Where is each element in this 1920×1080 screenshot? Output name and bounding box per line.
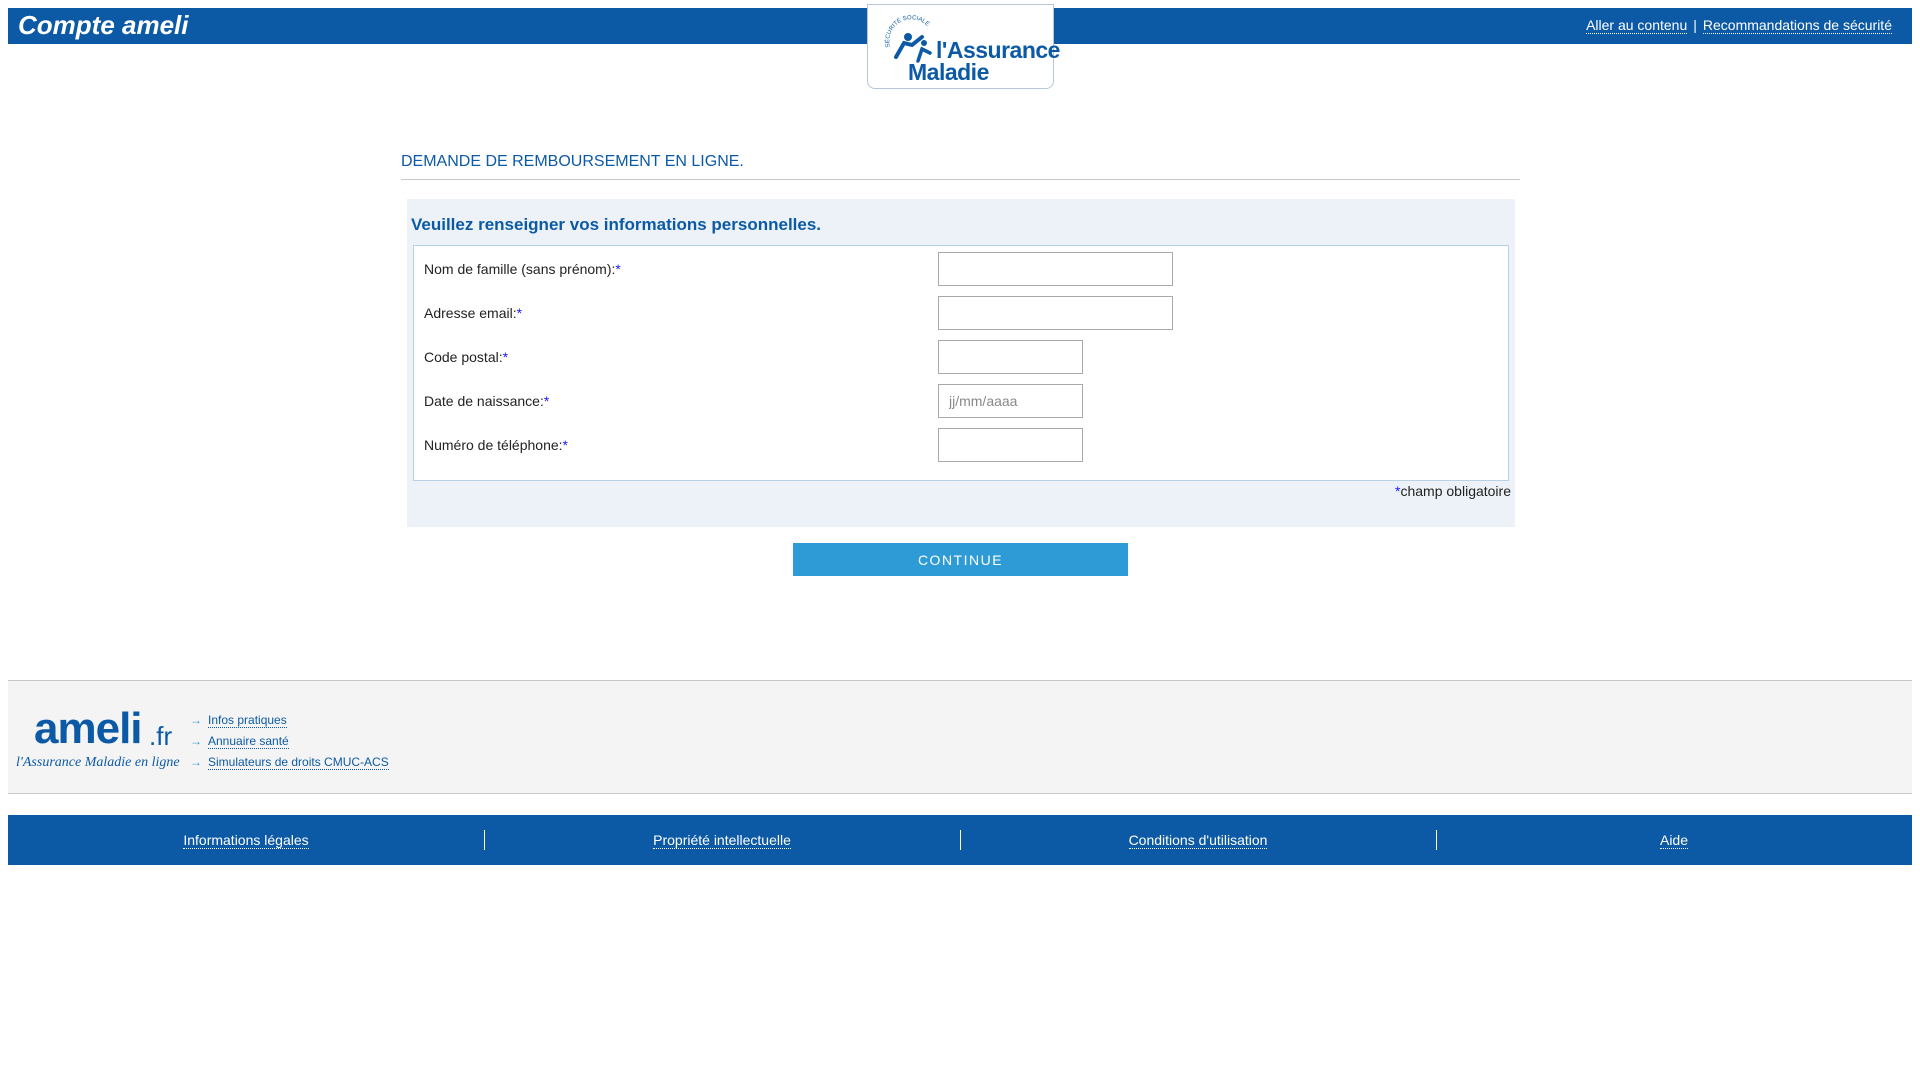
postal-code-label: Code postal:* (424, 349, 509, 365)
intellectual-property-link[interactable]: Propriété intellectuelle (653, 832, 791, 849)
footer-link-item: → Simulateurs de droits CMUC-ACS (190, 755, 389, 776)
phone-input[interactable] (938, 428, 1083, 462)
page-title: DEMANDE DE REMBOURSEMENT EN LIGNE. (401, 153, 1520, 180)
form-fields-box: Nom de famille (sans prénom):* Adresse e… (413, 245, 1509, 481)
top-links-separator: | (1693, 17, 1697, 33)
phone-label: Numéro de téléphone:* (424, 437, 568, 453)
email-row: Adresse email:* (424, 296, 1504, 330)
footer-bar-item: Conditions d'utilisation (960, 815, 1436, 865)
required-marker: * (562, 437, 568, 453)
birth-date-row: Date de naissance:* (424, 384, 1504, 418)
footer-bar-item: Informations légales (8, 815, 484, 865)
ameli-logo-name: ameli (34, 704, 143, 753)
arrow-right-icon: → (190, 734, 202, 748)
skip-to-content-link[interactable]: Aller au contenu (1586, 17, 1688, 34)
birth-date-input[interactable] (938, 384, 1083, 418)
arrow-right-icon: → (190, 713, 202, 727)
security-recommendations-link[interactable]: Recommandations de sécurité (1702, 17, 1892, 34)
required-marker: * (516, 305, 523, 321)
arrow-right-icon: → (190, 755, 202, 769)
required-marker: * (543, 393, 550, 409)
help-link[interactable]: Aide (1659, 832, 1689, 849)
last-name-label: Nom de famille (sans prénom):* (424, 261, 621, 277)
terms-of-use-link[interactable]: Conditions d'utilisation (1128, 832, 1268, 849)
simulateurs-droits-link[interactable]: Simulateurs de droits CMUC-ACS (208, 755, 389, 770)
assurance-maladie-logo[interactable]: SÉCURITÉ SOCIALE l'Assurance Maladie (867, 4, 1060, 89)
footer-bar-item: Propriété intellectuelle (484, 815, 960, 865)
email-label: Adresse email:* (424, 305, 523, 321)
postal-code-input[interactable] (938, 340, 1083, 374)
required-marker: * (502, 349, 509, 365)
footer-link-item: → Infos pratiques (190, 713, 389, 734)
legal-info-link[interactable]: Informations légales (183, 832, 309, 849)
email-input[interactable] (938, 296, 1173, 330)
form-title: Veuillez renseigner vos informations per… (411, 215, 822, 234)
ameli-logo-tagline: l'Assurance Maladie en ligne (16, 755, 180, 770)
birth-date-label: Date de naissance:* (424, 393, 550, 409)
ameli-logo[interactable]: ameli .fr l'Assurance Maladie en ligne (16, 707, 184, 777)
top-links: Aller au contenu | Recommandations de sécu… (1586, 17, 1892, 34)
logo-text-line2: Maladie (908, 59, 989, 85)
app-title: Compte ameli (18, 10, 189, 40)
required-marker: * (615, 261, 621, 277)
personal-info-form-panel: Veuillez renseigner vos informations per… (407, 199, 1515, 527)
postal-code-row: Code postal:* (424, 340, 1504, 374)
footer-bar-item: Aide (1436, 815, 1912, 865)
ameli-logo-tld: .fr (149, 721, 173, 751)
footer-link-item: → Annuaire santé (190, 734, 389, 755)
last-name-input[interactable] (938, 252, 1173, 286)
annuaire-sante-link[interactable]: Annuaire santé (208, 734, 289, 749)
infos-pratiques-link[interactable]: Infos pratiques (208, 713, 287, 728)
mandatory-note: *champ obligatoire (1395, 483, 1511, 499)
last-name-row: Nom de famille (sans prénom):* (424, 252, 1504, 286)
footer-quick-links: → Infos pratiques → Annuaire santé → Simula… (190, 713, 389, 776)
footer-bar: Informations légales Propriété intellect… (8, 815, 1912, 865)
phone-row: Numéro de téléphone:* (424, 428, 1504, 462)
footer-links-section: ameli .fr l'Assurance Maladie en ligne →… (8, 680, 1912, 794)
continue-button[interactable]: CONTINUE (793, 543, 1128, 576)
